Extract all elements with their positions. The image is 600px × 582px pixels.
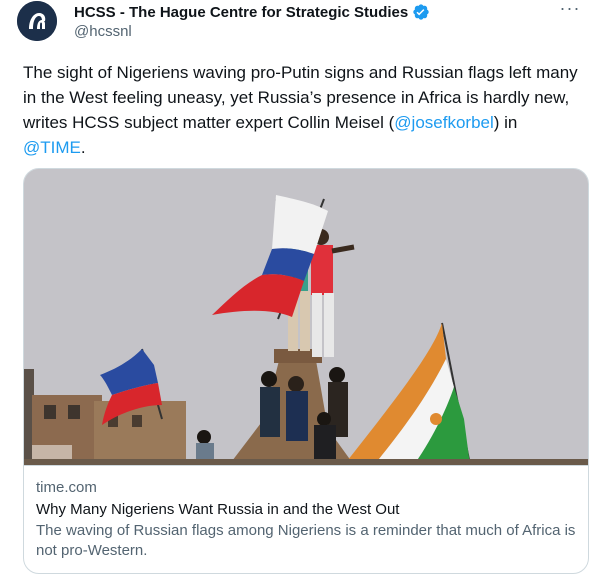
author-display-name[interactable]: HCSS - The Hague Centre for Strategic St… (74, 4, 408, 21)
tweet-header: HCSS - The Hague Centre for Strategic St… (74, 0, 584, 42)
link-card-description: The waving of Russian flags among Nigeri… (36, 522, 576, 559)
news-photo-image (24, 169, 588, 465)
tweet-text-part: ) in (493, 113, 518, 132)
link-card-image[interactable] (24, 169, 588, 465)
link-card-domain: time.com (36, 479, 97, 496)
avatar[interactable] (17, 1, 57, 41)
hcss-logo-icon (17, 1, 57, 41)
tweet[interactable]: HCSS - The Hague Centre for Strategic St… (0, 0, 600, 582)
tweet-text-part: . (80, 138, 86, 157)
link-card-title[interactable]: Why Many Nigeriens Want Russia in and th… (36, 500, 576, 520)
verified-badge-icon[interactable] (412, 3, 430, 21)
link-card-meta[interactable]: time.com Why Many Nigeriens Want Russia … (24, 465, 588, 573)
mention-link[interactable]: @TIME (23, 138, 81, 157)
link-card[interactable]: time.com Why Many Nigeriens Want Russia … (23, 168, 589, 574)
more-options-icon[interactable]: ··· (556, 0, 584, 22)
author-handle[interactable]: @hcssnl (74, 23, 584, 40)
tweet-text: The sight of Nigeriens waving pro-Putin … (23, 60, 583, 160)
mention-link[interactable]: @josefkorbel (394, 113, 493, 132)
